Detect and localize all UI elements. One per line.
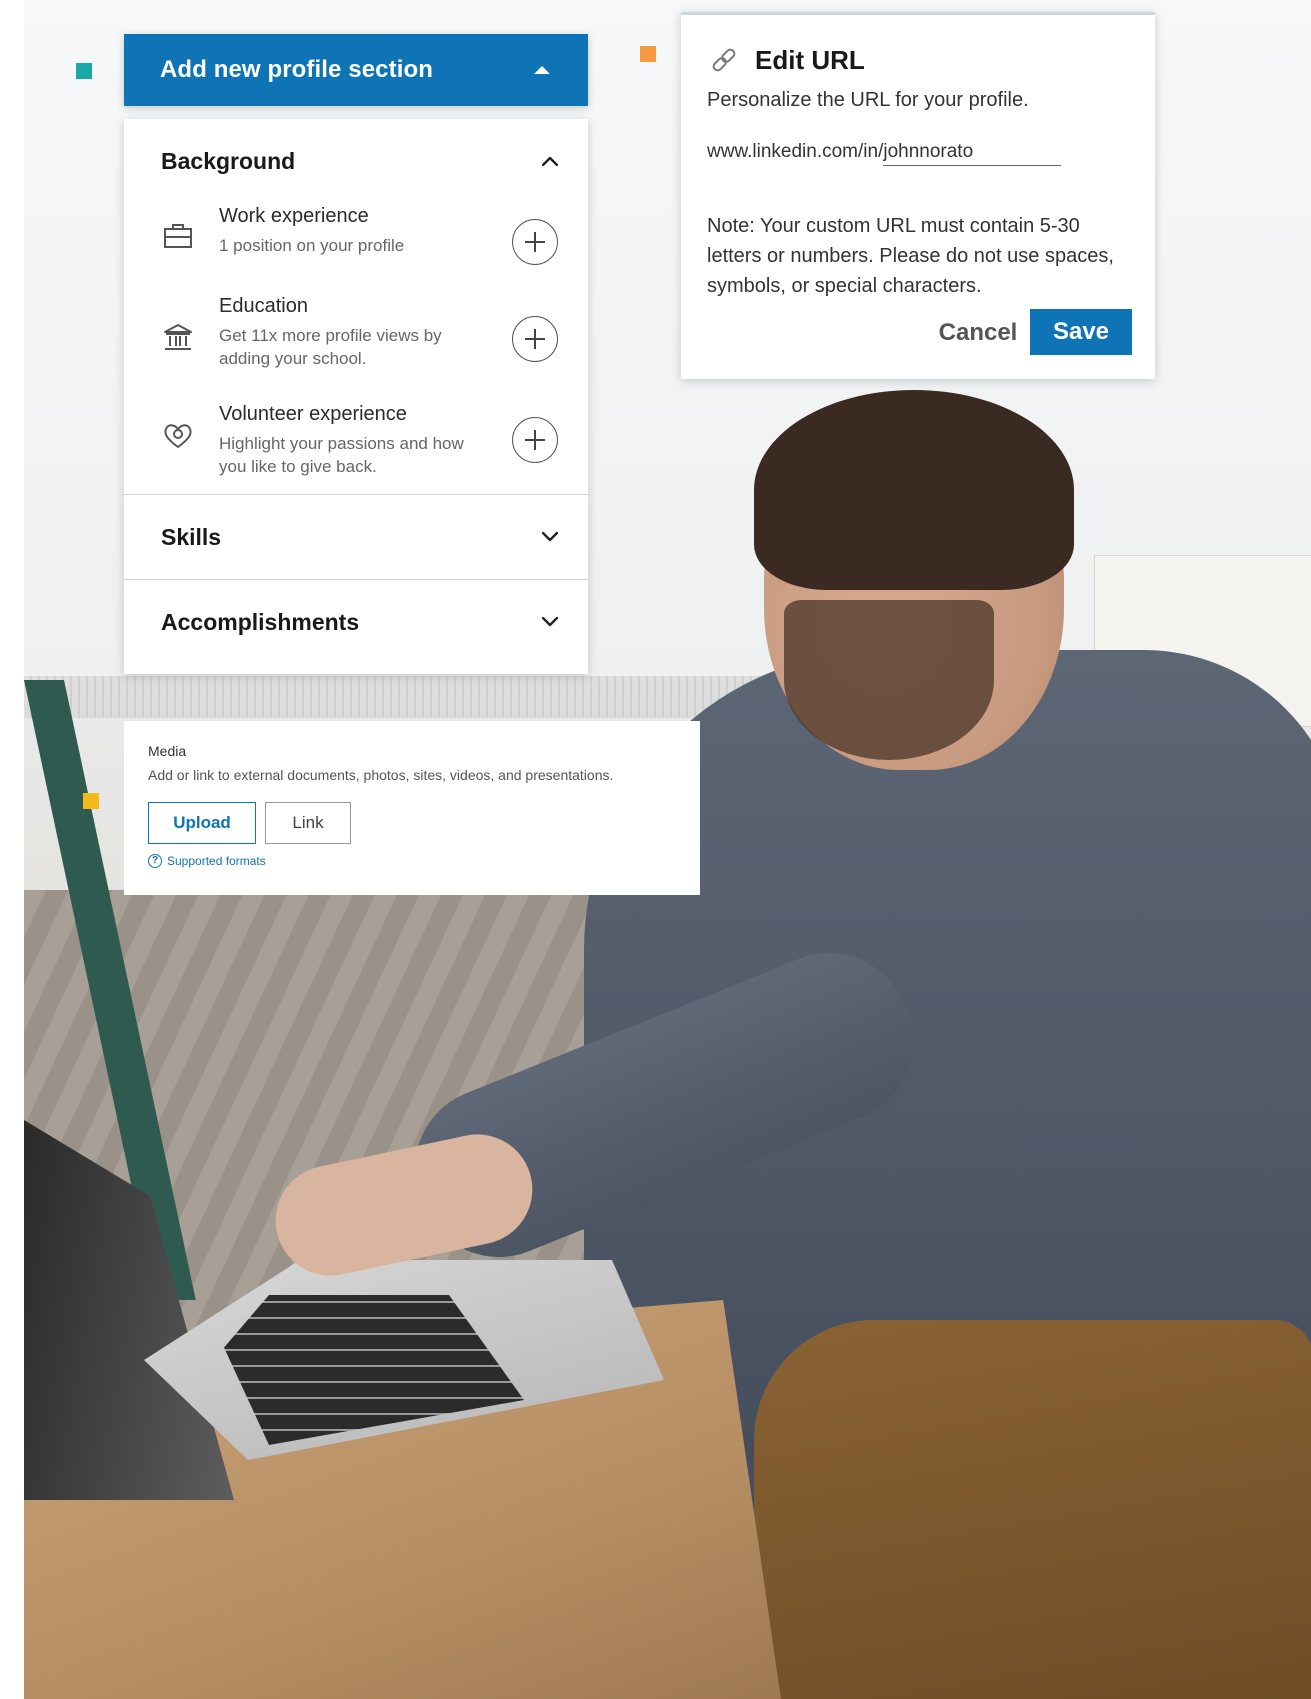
education-description: Get 11x more profile views by adding you…	[219, 326, 442, 368]
skills-section-label: Skills	[161, 523, 222, 550]
chevron-down-icon	[542, 532, 558, 542]
volunteer-heart-icon	[164, 424, 192, 448]
work-experience-title: Work experience	[219, 205, 369, 227]
person-beard	[784, 600, 994, 760]
accomplishments-section-toggle[interactable]: Accomplishments	[124, 580, 588, 664]
caret-up-icon	[534, 66, 550, 74]
volunteer-experience-description: Highlight your passions and how you like…	[219, 434, 464, 476]
add-volunteer-experience-button[interactable]	[512, 417, 558, 463]
upload-button[interactable]: Upload	[148, 802, 256, 844]
chevron-up-icon	[542, 156, 558, 166]
accomplishments-section-label: Accomplishments	[161, 608, 360, 635]
skills-section-toggle[interactable]: Skills	[124, 495, 588, 579]
person-pants	[754, 1320, 1311, 1699]
edit-url-subtitle: Personalize the URL for your profile.	[707, 89, 1029, 111]
question-circle-icon: ?	[148, 854, 162, 868]
cancel-button[interactable]: Cancel	[928, 311, 1028, 355]
media-title: Media	[148, 743, 187, 759]
url-prefix: www.linkedin.com/in/	[707, 141, 884, 162]
add-profile-section-title: Add new profile section	[160, 56, 433, 83]
custom-url-input[interactable]	[883, 141, 1062, 166]
work-experience-description: 1 position on your profile	[219, 236, 405, 255]
volunteer-experience-title: Volunteer experience	[219, 403, 407, 425]
background-section-label: Background	[161, 147, 296, 174]
section-item-education: Education Get 11x more profile views by …	[124, 293, 588, 401]
edit-url-title: Edit URL	[755, 45, 865, 75]
profile-sections-dropdown: Background Work experience 1 position on…	[124, 119, 588, 674]
school-icon	[164, 324, 192, 350]
orange-bullet-marker	[640, 46, 656, 62]
supported-formats-link[interactable]: ? Supported formats	[148, 854, 266, 868]
section-item-work-experience: Work experience 1 position on your profi…	[124, 203, 588, 293]
supported-formats-label: Supported formats	[167, 854, 266, 868]
save-button[interactable]: Save	[1030, 309, 1132, 355]
yellow-bullet-marker	[83, 793, 99, 809]
media-description: Add or link to external documents, photo…	[148, 767, 614, 783]
section-item-volunteer-experience: Volunteer experience Highlight your pass…	[124, 401, 588, 494]
custom-url-note: Note: Your custom URL must contain 5-30 …	[707, 215, 1114, 297]
person-hair	[754, 390, 1074, 590]
teal-bullet-marker	[76, 63, 92, 79]
add-profile-section-button[interactable]: Add new profile section	[124, 34, 588, 106]
add-education-button[interactable]	[512, 316, 558, 362]
add-work-experience-button[interactable]	[512, 219, 558, 265]
media-card: Media Add or link to external documents,…	[124, 721, 700, 895]
briefcase-icon	[164, 224, 192, 248]
edit-url-card: Edit URL Personalize the URL for your pr…	[681, 12, 1155, 379]
background-section-toggle[interactable]: Background	[124, 119, 588, 203]
link-button[interactable]: Link	[265, 802, 351, 844]
education-title: Education	[219, 295, 308, 317]
custom-url-row: www.linkedin.com/in/	[707, 141, 1062, 166]
chevron-down-icon	[542, 617, 558, 627]
link-icon	[712, 48, 736, 72]
